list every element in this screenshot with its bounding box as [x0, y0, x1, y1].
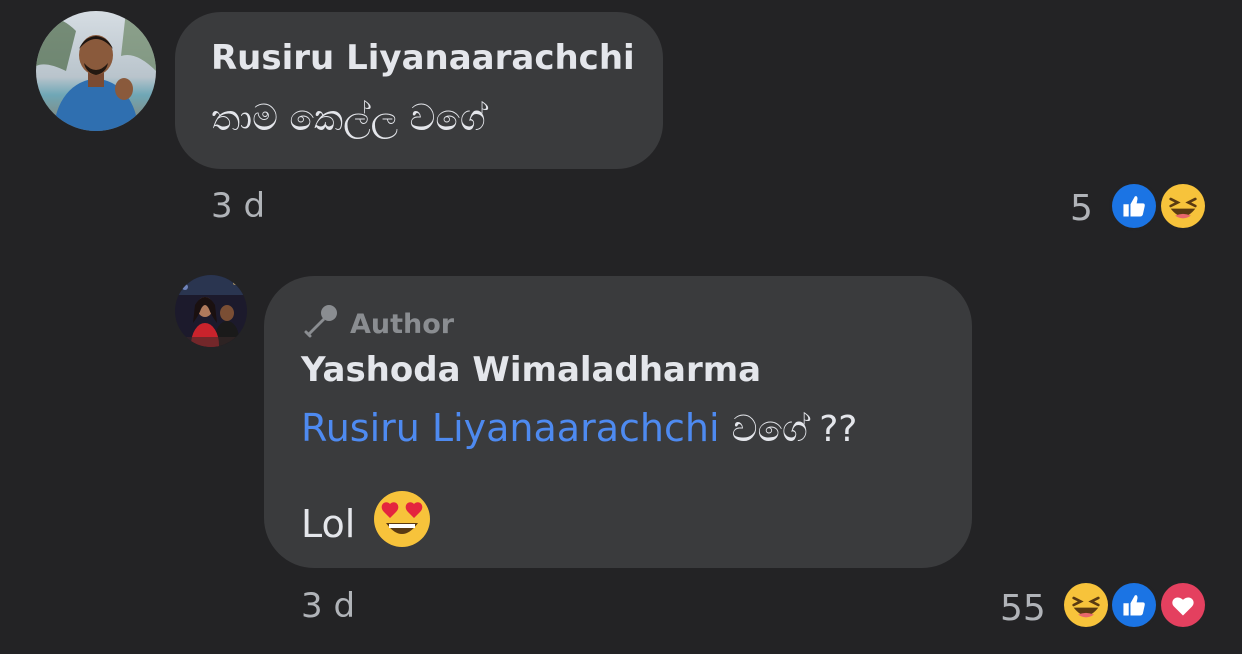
haha-icon[interactable] — [1158, 181, 1208, 231]
comment-timestamp[interactable]: 3 d — [211, 186, 265, 226]
comment-bubble — [175, 12, 663, 169]
comment-author-name[interactable]: Rusiru Liyanaarachchi — [211, 38, 635, 78]
reply-text: Lol — [301, 501, 356, 546]
reply-timestamp[interactable]: 3 d — [301, 586, 355, 626]
reply-author-name[interactable]: Yashoda Wimaladharma — [301, 350, 761, 390]
heart-eyes-emoji — [373, 490, 431, 557]
mention-link[interactable]: Rusiru Liyanaarachchi — [301, 406, 720, 450]
commenter-avatar[interactable] — [36, 11, 156, 131]
author-badge: Author — [302, 302, 454, 347]
reply-mention-line: Rusiru Liyanaarachchi වගේ ?? — [301, 406, 857, 451]
microphone-icon — [302, 302, 340, 347]
reply-text-line: Lol — [301, 490, 431, 557]
author-badge-label: Author — [350, 309, 455, 340]
mention-suffix: වගේ ?? — [731, 409, 858, 450]
like-icon[interactable] — [1109, 181, 1159, 231]
comment-text: තාම කෙල්ල වගේ — [211, 98, 486, 139]
reply-author-avatar[interactable] — [175, 275, 247, 347]
haha-icon[interactable] — [1061, 580, 1111, 630]
love-icon[interactable] — [1158, 580, 1208, 630]
reply-reaction-count[interactable]: 55 — [1000, 588, 1046, 629]
comment-reaction-count[interactable]: 5 — [1070, 188, 1093, 229]
like-icon[interactable] — [1109, 580, 1159, 630]
